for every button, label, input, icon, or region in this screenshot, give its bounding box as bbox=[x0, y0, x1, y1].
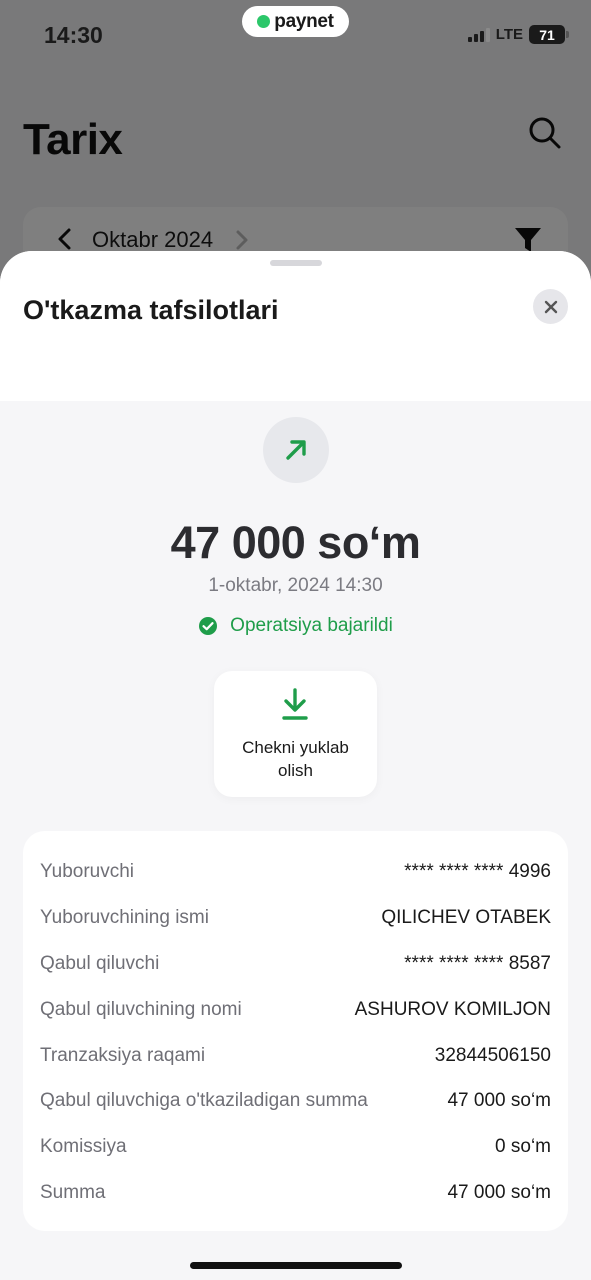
details-row: Summa 47 000 so‘m bbox=[40, 1170, 551, 1216]
details-row: Yuboruvchining ismi QILICHEV OTABEK bbox=[40, 895, 551, 941]
close-button[interactable] bbox=[533, 289, 568, 324]
details-label: Qabul qiluvchi bbox=[40, 952, 160, 974]
details-label: Yuboruvchining ismi bbox=[40, 906, 209, 928]
details-row: Qabul qiluvchining nomi ASHUROV KOMILJON bbox=[40, 987, 551, 1033]
details-value: 47 000 so‘m bbox=[447, 1182, 551, 1204]
brand-dot-icon bbox=[257, 15, 271, 28]
download-receipt-label: Chekni yuklab olish bbox=[242, 738, 349, 780]
download-receipt-button[interactable]: Chekni yuklab olish bbox=[214, 671, 377, 797]
details-row: Qabul qiluvchiga o'tkaziladigan summa 47 … bbox=[40, 1078, 551, 1124]
check-circle-icon bbox=[199, 617, 218, 635]
details-value: QILICHEV OTABEK bbox=[381, 906, 551, 928]
details-label: Qabul qiluvchining nomi bbox=[40, 998, 242, 1020]
details-card: Yuboruvchi **** **** **** 4996 Yuboruvchi… bbox=[23, 831, 568, 1231]
home-indicator[interactable] bbox=[190, 1262, 402, 1269]
outgoing-transfer-badge bbox=[263, 417, 329, 483]
details-value: ASHUROV KOMILJON bbox=[354, 998, 551, 1020]
details-value: **** **** **** 8587 bbox=[404, 952, 551, 974]
details-label: Komissiya bbox=[40, 1136, 127, 1158]
sheet-header-area bbox=[0, 251, 591, 401]
arrow-up-right-icon bbox=[286, 440, 306, 460]
signal-icon bbox=[467, 27, 490, 42]
details-row: Qabul qiluvchi **** **** **** 8587 bbox=[40, 941, 551, 987]
details-label: Tranzaksiya raqami bbox=[40, 1044, 206, 1066]
details-row: Tranzaksiya raqami 32844506150 bbox=[40, 1033, 551, 1079]
close-icon bbox=[544, 300, 557, 313]
status-time: 14:30 bbox=[44, 22, 103, 48]
status-indicators: LTE 71 bbox=[467, 25, 569, 44]
details-value: **** **** **** 4996 bbox=[404, 860, 551, 882]
details-value: 47 000 so‘m bbox=[447, 1090, 551, 1112]
battery-level: 71 bbox=[539, 26, 555, 43]
details-value: 32844506150 bbox=[434, 1044, 551, 1066]
details-label: Summa bbox=[40, 1182, 106, 1204]
transfer-details-sheet: O'tkazma tafsilotlari 47 000 so‘m 1-okta… bbox=[0, 251, 591, 1280]
network-type: LTE bbox=[495, 26, 523, 43]
details-label: Qabul qiluvchiga o'tkaziladigan summa bbox=[40, 1090, 368, 1112]
status-bar: 14:30 paynet LTE 71 bbox=[0, 0, 591, 70]
details-value: 0 so‘m bbox=[495, 1136, 551, 1158]
battery-icon: 71 bbox=[529, 25, 569, 44]
sheet-grabber[interactable] bbox=[270, 260, 322, 266]
details-row: Yuboruvchi **** **** **** 4996 bbox=[40, 849, 551, 895]
details-row: Komissiya 0 so‘m bbox=[40, 1124, 551, 1170]
app-brand-pill: paynet bbox=[242, 6, 349, 37]
status-label: Operatsiya bajarildi bbox=[230, 615, 393, 636]
details-label: Yuboruvchi bbox=[40, 860, 135, 882]
sheet-title: O'tkazma tafsilotlari bbox=[23, 295, 279, 325]
transfer-status: Operatsiya bajarildi bbox=[0, 615, 591, 637]
transfer-amount: 47 000 so‘m bbox=[170, 517, 421, 568]
transfer-datetime: 1-oktabr, 2024 14:30 bbox=[208, 575, 383, 596]
brand-name: paynet bbox=[274, 10, 334, 32]
download-icon bbox=[282, 688, 308, 720]
